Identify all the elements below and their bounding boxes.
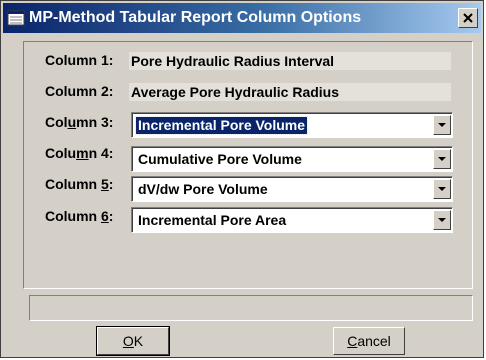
column-5-dropdown-button[interactable] <box>433 179 451 199</box>
column-6-label: Column 6: <box>45 208 114 224</box>
column-options-panel: Column 1: Pore Hydraulic Radius Interval… <box>23 41 473 289</box>
column-2-value: Average Pore Hydraulic Radius <box>129 83 451 101</box>
column-5-dropdown[interactable]: dV/dw Pore Volume <box>131 176 453 202</box>
column-4-selected-value: Cumulative Pore Volume <box>138 151 302 167</box>
column-3-selected-value: Incremental Pore Volume <box>134 116 309 135</box>
chevron-down-icon <box>438 217 446 222</box>
column-3-label: Column 3: <box>45 114 114 130</box>
column-5-label: Column 5: <box>45 176 114 192</box>
chevron-down-icon <box>438 186 446 191</box>
column-4-label: Column 4: <box>45 145 114 161</box>
close-button[interactable] <box>458 8 478 28</box>
column-3-dropdown[interactable]: Incremental Pore Volume <box>131 112 453 138</box>
window-app-icon <box>7 10 25 26</box>
chevron-down-icon <box>438 122 446 127</box>
close-icon <box>463 13 473 23</box>
column-1-label: Column 1: <box>45 52 114 68</box>
title-bar[interactable]: MP-Method Tabular Report Column Options <box>3 3 481 33</box>
chevron-down-icon <box>438 156 446 161</box>
cancel-button[interactable]: Cancel <box>333 327 405 355</box>
column-4-dropdown-button[interactable] <box>433 149 451 169</box>
status-bar <box>29 295 473 321</box>
column-5-selected-value: dV/dw Pore Volume <box>138 181 268 197</box>
column-1-value: Pore Hydraulic Radius Interval <box>129 52 451 70</box>
window-title: MP-Method Tabular Report Column Options <box>29 9 362 26</box>
column-4-dropdown[interactable]: Cumulative Pore Volume <box>131 146 453 172</box>
column-6-selected-value: Incremental Pore Area <box>138 212 287 228</box>
column-2-label: Column 2: <box>45 83 114 99</box>
column-3-dropdown-button[interactable] <box>433 115 451 135</box>
column-6-dropdown[interactable]: Incremental Pore Area <box>131 207 453 233</box>
dialog-window: MP-Method Tabular Report Column Options … <box>0 0 484 358</box>
ok-button[interactable]: OK <box>96 326 170 356</box>
column-6-dropdown-button[interactable] <box>433 210 451 230</box>
